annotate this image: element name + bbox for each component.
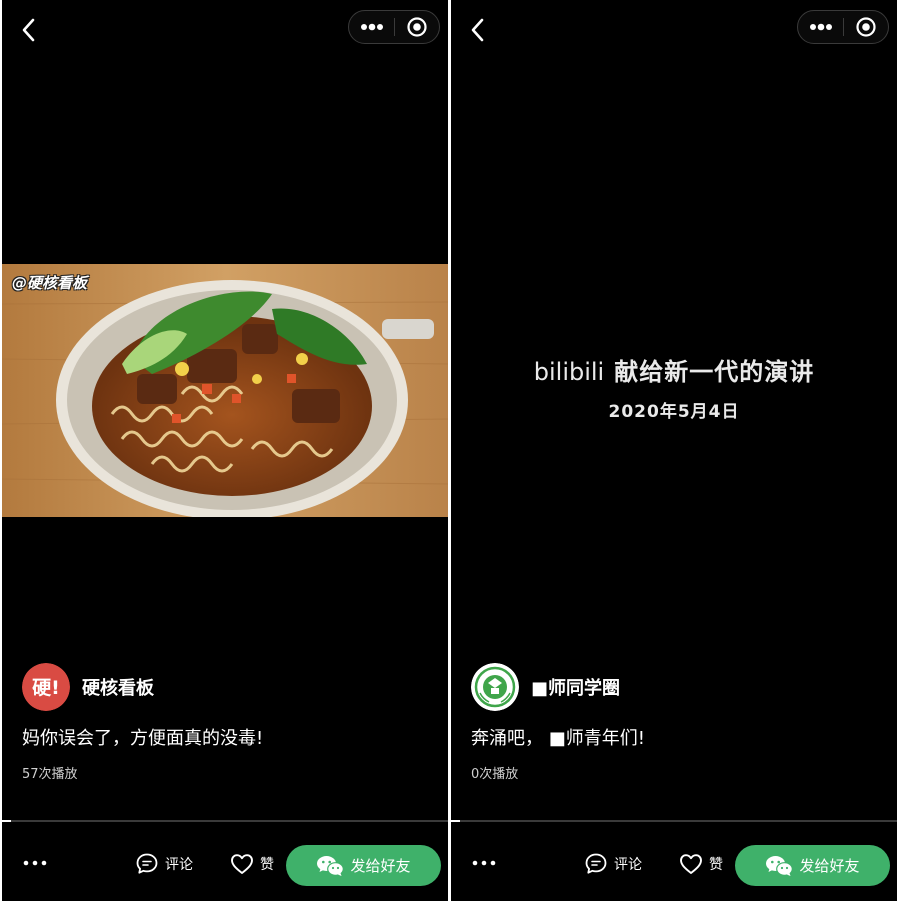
author-info[interactable]: ■师同学圈 <box>471 663 620 711</box>
video-title-card[interactable]: bilibili 献给新一代的演讲 2020年5月4日 <box>451 352 897 422</box>
author-info[interactable]: 硬! 硬核看板 <box>22 663 154 711</box>
video-progress-bar[interactable] <box>2 820 448 822</box>
more-dots-icon <box>809 23 832 31</box>
video-thumbnail[interactable]: @硬核看板 <box>2 264 448 517</box>
back-button[interactable] <box>18 16 42 44</box>
like-button[interactable]: 赞 <box>679 849 723 879</box>
video-panel-left: @硬核看板 硬! 硬核看板 妈你误会了，方便面真的没毒! 57次播放 评论 赞 … <box>2 0 448 901</box>
noodle-bowl-image <box>2 264 448 517</box>
miniprogram-capsule <box>348 10 440 44</box>
video-caption: 妈你误会了，方便面真的没毒! <box>22 728 264 749</box>
send-to-friend-button[interactable]: 发给好友 <box>735 845 890 886</box>
school-emblem-logo <box>471 663 519 711</box>
like-label: 赞 <box>709 857 723 873</box>
title-card-title: 献给新一代的演讲 <box>614 358 815 386</box>
video-progress-fill <box>2 820 11 822</box>
action-bar: 评论 赞 发给好友 <box>451 834 897 894</box>
chevron-left-icon <box>471 18 484 42</box>
target-icon <box>856 17 876 37</box>
comment-icon <box>585 853 607 874</box>
like-label: 赞 <box>260 857 274 873</box>
video-caption: 奔涌吧， ■师青年们! <box>471 728 645 749</box>
title-card-date: 2020年5月4日 <box>608 402 740 422</box>
title-card-headline: bilibili 献给新一代的演讲 <box>451 352 897 387</box>
hard-core-logo: 硬! <box>22 663 70 711</box>
miniprogram-capsule <box>797 10 889 44</box>
ellipsis-icon <box>472 860 496 866</box>
more-dots-icon <box>360 23 383 31</box>
capsule-close-button[interactable] <box>395 11 439 43</box>
video-watermark: @硬核看板 <box>12 274 88 292</box>
ellipsis-icon <box>23 860 47 866</box>
avatar-text: 硬! <box>32 677 60 699</box>
heart-icon <box>680 854 702 874</box>
more-actions-button[interactable] <box>469 848 499 878</box>
author-avatar[interactable] <box>471 663 519 711</box>
comment-button[interactable]: 评论 <box>135 849 193 879</box>
wechat-icon <box>766 855 794 876</box>
capsule-close-button[interactable] <box>844 11 888 43</box>
action-bar: 评论 赞 发给好友 <box>2 834 448 894</box>
play-count: 0次播放 <box>471 767 519 782</box>
share-label: 发给好友 <box>350 857 411 875</box>
video-progress-bar[interactable] <box>451 820 897 822</box>
author-avatar[interactable]: 硬! <box>22 663 70 711</box>
comment-label: 评论 <box>614 857 642 873</box>
send-to-friend-button[interactable]: 发给好友 <box>286 845 441 886</box>
heart-icon <box>231 854 253 874</box>
share-label: 发给好友 <box>799 857 860 875</box>
author-name: 硬核看板 <box>82 678 154 699</box>
play-count: 57次播放 <box>22 767 78 782</box>
chevron-left-icon <box>22 18 35 42</box>
more-actions-button[interactable] <box>20 848 50 878</box>
wechat-icon <box>317 855 345 876</box>
target-icon <box>407 17 427 37</box>
comment-button[interactable]: 评论 <box>584 849 642 879</box>
capsule-more-button[interactable] <box>798 11 843 43</box>
video-progress-fill <box>451 820 460 822</box>
comment-icon <box>136 853 158 874</box>
video-panel-right: bilibili 献给新一代的演讲 2020年5月4日 ■师同学圈 奔涌吧， ■… <box>451 0 897 901</box>
like-button[interactable]: 赞 <box>230 849 274 879</box>
bilibili-brand: bilibili <box>533 358 605 386</box>
capsule-more-button[interactable] <box>349 11 394 43</box>
author-name: ■师同学圈 <box>531 678 621 699</box>
back-button[interactable] <box>467 16 491 44</box>
comment-label: 评论 <box>165 857 193 873</box>
